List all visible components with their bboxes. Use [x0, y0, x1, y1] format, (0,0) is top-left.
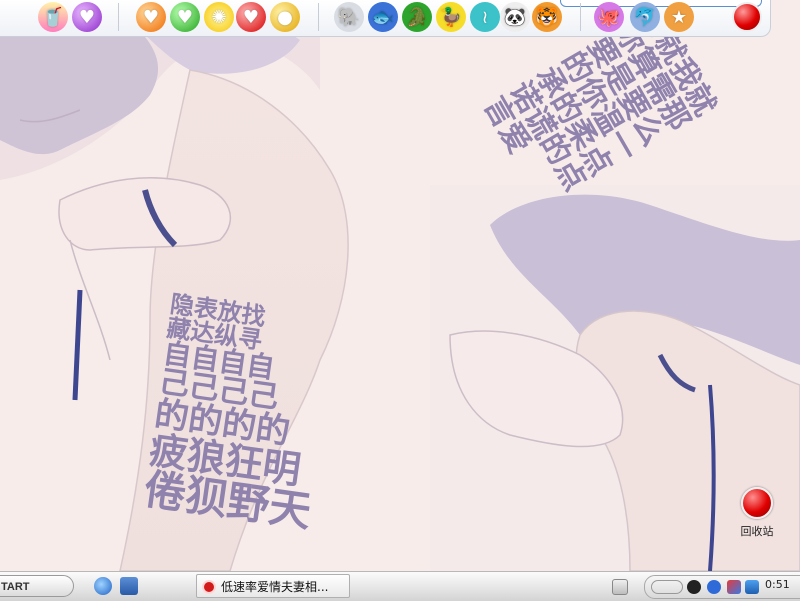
orange-heart-gem-icon[interactable]: ♥: [136, 2, 166, 32]
network-icon[interactable]: [727, 580, 741, 594]
qq-penguin-icon[interactable]: [687, 580, 701, 594]
green-heart-gem-icon[interactable]: ♥: [170, 2, 200, 32]
juice-glass-icon[interactable]: 🥤: [38, 2, 68, 32]
dock-separator: [318, 3, 319, 31]
seahorse-icon[interactable]: ≀: [470, 2, 500, 32]
clock[interactable]: 0:51: [765, 578, 790, 591]
panda-icon[interactable]: 🐼: [500, 2, 530, 32]
taskbar-window-title: 低速率爱情夫妻相...: [221, 580, 329, 594]
purple-heart-gem-icon[interactable]: ♥: [72, 2, 102, 32]
msn-icon[interactable]: [707, 580, 721, 594]
dock-separator: [580, 3, 581, 31]
starfish-icon[interactable]: ★: [664, 2, 694, 32]
lemon-slice-icon[interactable]: ✺: [204, 2, 234, 32]
red-power-button-icon[interactable]: [732, 2, 762, 32]
start-button[interactable]: TART: [0, 575, 74, 597]
dock-collapse-tab[interactable]: [560, 0, 762, 7]
wallpaper-lyric-left: 隐表放找 藏达纵寻 自自自自 己己己己 的的的的 疲狼狂明 倦狈野天: [140, 290, 315, 537]
keyboard-icon[interactable]: [612, 579, 628, 595]
duck-icon[interactable]: 🦆: [436, 2, 466, 32]
octopus-icon[interactable]: 🐙: [594, 2, 624, 32]
desktop-wallpaper: 隐表放找 藏达纵寻 自自自自 己己己己 的的的的 疲狼狂明 倦狈野天 的就我就 …: [0, 0, 800, 571]
internet-explorer-icon[interactable]: [94, 577, 112, 595]
chevron-icon[interactable]: [651, 580, 683, 594]
golden-apple-icon[interactable]: ●: [270, 2, 300, 32]
desktop-icon-recycle-bin[interactable]: 回收站: [732, 487, 782, 539]
show-desktop-icon[interactable]: [120, 577, 138, 595]
dock-separator: [118, 3, 119, 31]
taskbar: TART 低速率爱情夫妻相... 0:51: [0, 571, 800, 601]
red-heart-gem-icon[interactable]: ♥: [236, 2, 266, 32]
blue-fish-icon[interactable]: 🐟: [368, 2, 398, 32]
top-dock-bar: 🥤 ♥ ♥ ♥ ✺ ♥ ● 🐘 🐟 🐊 🦆 ≀ 🐼 🐯 🐙 🐬 ★: [0, 0, 771, 37]
recycle-bin-icon: [741, 487, 773, 519]
dolphin-icon[interactable]: 🐬: [630, 2, 660, 32]
taskbar-window-button[interactable]: 低速率爱情夫妻相...: [196, 574, 350, 598]
desktop-icon-label: 回收站: [740, 525, 774, 538]
crocodile-icon[interactable]: 🐊: [402, 2, 432, 32]
elephant-icon[interactable]: 🐘: [334, 2, 364, 32]
opera-browser-icon: [202, 580, 216, 594]
tiger-icon[interactable]: 🐯: [532, 2, 562, 32]
shield-icon[interactable]: [745, 580, 759, 594]
